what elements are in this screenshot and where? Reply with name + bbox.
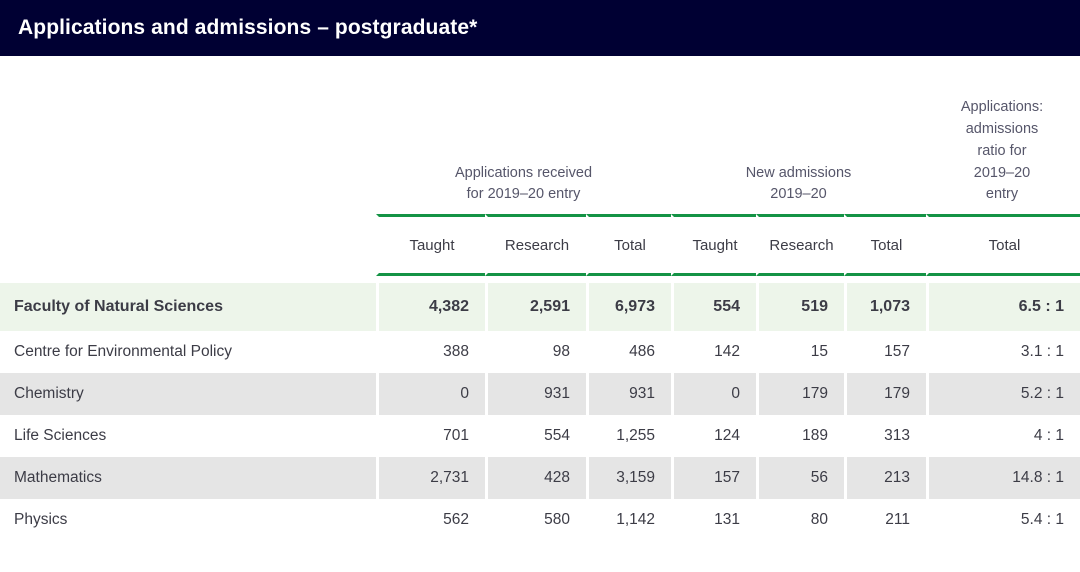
row-label: Faculty of Natural Sciences xyxy=(0,283,376,331)
cell-value: 931 xyxy=(586,373,671,415)
cell-ratio: 5.2 : 1 xyxy=(926,373,1080,415)
cell-value: 562 xyxy=(376,499,485,541)
cell-value: 0 xyxy=(376,373,485,415)
column-header-ratio-total[interactable]: Total xyxy=(926,214,1080,276)
column-header-admissions-research[interactable]: Research xyxy=(756,214,844,276)
header-body-gap-cell xyxy=(0,276,1080,283)
page-title: Applications and admissions – postgradua… xyxy=(18,16,477,40)
column-header-applications-total[interactable]: Total xyxy=(586,214,671,276)
cell-value: 1,255 xyxy=(586,415,671,457)
group-header-ratio-text: Applications: admissions ratio for 2019–… xyxy=(926,97,1080,206)
cell-value: 1,073 xyxy=(844,283,926,331)
group-header-line: for 2019–20 entry xyxy=(380,184,667,206)
cell-value: 211 xyxy=(844,499,926,541)
cell-value: 179 xyxy=(756,373,844,415)
cell-value: 428 xyxy=(485,457,586,499)
group-header-line: Applications: xyxy=(930,97,1074,119)
cell-value: 701 xyxy=(376,415,485,457)
cell-value: 179 xyxy=(844,373,926,415)
group-header-new-admissions: New admissions 2019–20 xyxy=(671,56,926,214)
group-header-line: New admissions xyxy=(675,163,922,185)
cell-value: 6,973 xyxy=(586,283,671,331)
row-label: Centre for Environmental Policy xyxy=(0,331,376,373)
table-row[interactable]: Mathematics2,7314283,1591575621314.8 : 1 xyxy=(0,457,1080,499)
column-header-row: Taught Research Total Taught Research To… xyxy=(0,214,1080,276)
row-label: Life Sciences xyxy=(0,415,376,457)
table-row[interactable]: Centre for Environmental Policy388984861… xyxy=(0,331,1080,373)
table-row[interactable]: Physics5625801,142131802115.4 : 1 xyxy=(0,499,1080,541)
column-header-blank xyxy=(0,214,376,276)
cell-value: 2,731 xyxy=(376,457,485,499)
group-header-new-admissions-text: New admissions 2019–20 xyxy=(671,163,926,207)
group-header-line: ratio for xyxy=(930,141,1074,163)
cell-value: 554 xyxy=(671,283,756,331)
cell-value: 2,591 xyxy=(485,283,586,331)
cell-value: 388 xyxy=(376,331,485,373)
cell-value: 131 xyxy=(671,499,756,541)
group-header-line: Applications received xyxy=(380,163,667,185)
cell-value: 313 xyxy=(844,415,926,457)
cell-ratio: 14.8 : 1 xyxy=(926,457,1080,499)
cell-value: 0 xyxy=(671,373,756,415)
column-header-admissions-taught[interactable]: Taught xyxy=(671,214,756,276)
cell-ratio: 5.4 : 1 xyxy=(926,499,1080,541)
cell-ratio: 4 : 1 xyxy=(926,415,1080,457)
cell-value: 157 xyxy=(844,331,926,373)
cell-value: 56 xyxy=(756,457,844,499)
page-title-bar: Applications and admissions – postgradua… xyxy=(0,0,1080,56)
group-header-line: admissions xyxy=(930,119,1074,141)
cell-value: 80 xyxy=(756,499,844,541)
cell-ratio: 6.5 : 1 xyxy=(926,283,1080,331)
table-row-faculty-total[interactable]: Faculty of Natural Sciences4,3822,5916,9… xyxy=(0,283,1080,331)
cell-value: 142 xyxy=(671,331,756,373)
cell-value: 1,142 xyxy=(586,499,671,541)
cell-value: 189 xyxy=(756,415,844,457)
cell-value: 4,382 xyxy=(376,283,485,331)
row-label: Physics xyxy=(0,499,376,541)
cell-value: 3,159 xyxy=(586,457,671,499)
table-container: Applications received for 2019–20 entry … xyxy=(0,56,1080,541)
row-label: Mathematics xyxy=(0,457,376,499)
cell-value: 580 xyxy=(485,499,586,541)
group-header-line: 2019–20 xyxy=(930,163,1074,185)
cell-value: 931 xyxy=(485,373,586,415)
group-header-row: Applications received for 2019–20 entry … xyxy=(0,56,1080,214)
table-row[interactable]: Chemistry093193101791795.2 : 1 xyxy=(0,373,1080,415)
cell-value: 15 xyxy=(756,331,844,373)
cell-value: 98 xyxy=(485,331,586,373)
group-header-applications-received-text: Applications received for 2019–20 entry xyxy=(376,163,671,207)
group-header-line: 2019–20 xyxy=(675,184,922,206)
column-header-admissions-total[interactable]: Total xyxy=(844,214,926,276)
group-header-ratio: Applications: admissions ratio for 2019–… xyxy=(926,56,1080,214)
cell-ratio: 3.1 : 1 xyxy=(926,331,1080,373)
header-body-gap xyxy=(0,276,1080,283)
cell-value: 157 xyxy=(671,457,756,499)
group-header-line: entry xyxy=(930,184,1074,206)
cell-value: 554 xyxy=(485,415,586,457)
column-header-applications-research[interactable]: Research xyxy=(485,214,586,276)
cell-value: 519 xyxy=(756,283,844,331)
table-body: Faculty of Natural Sciences4,3822,5916,9… xyxy=(0,283,1080,541)
column-header-applications-taught[interactable]: Taught xyxy=(376,214,485,276)
row-label: Chemistry xyxy=(0,373,376,415)
cell-value: 486 xyxy=(586,331,671,373)
group-header-spacer xyxy=(0,56,376,214)
group-header-applications-received: Applications received for 2019–20 entry xyxy=(376,56,671,214)
applications-admissions-table: Applications received for 2019–20 entry … xyxy=(0,56,1080,541)
table-row[interactable]: Life Sciences7015541,2551241893134 : 1 xyxy=(0,415,1080,457)
table-head: Applications received for 2019–20 entry … xyxy=(0,56,1080,283)
cell-value: 213 xyxy=(844,457,926,499)
cell-value: 124 xyxy=(671,415,756,457)
